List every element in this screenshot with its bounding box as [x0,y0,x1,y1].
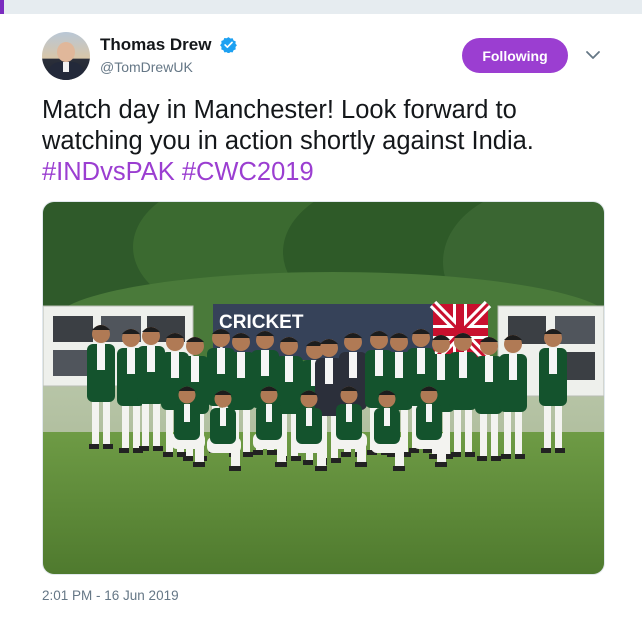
author-name[interactable]: Thomas Drew [100,35,211,55]
banner-text: CRICKET [219,312,304,333]
avatar-shirt [63,62,69,72]
hashtag-link[interactable]: #CWC2019 [182,158,314,186]
chevron-down-icon[interactable] [584,48,602,62]
verified-badge-icon [220,37,237,53]
window-top-strip [0,0,642,14]
hashtag-link[interactable]: #INDvsPAK [42,158,175,186]
tweet-text: Match day in Manchester! Look forward to… [42,95,602,188]
tweet-body: Match day in Manchester! Look forward to… [42,96,534,155]
tweet-photo[interactable]: CRICKET I [42,201,605,575]
tweet-timestamp[interactable]: 2:01 PM - 16 Jun 2019 [42,588,179,603]
avatar-head [57,42,75,62]
team-photo-illustration: CRICKET I [43,202,604,574]
author-avatar[interactable] [42,32,90,80]
following-button[interactable]: Following [462,38,568,73]
author-handle[interactable]: @TomDrewUK [100,59,193,75]
